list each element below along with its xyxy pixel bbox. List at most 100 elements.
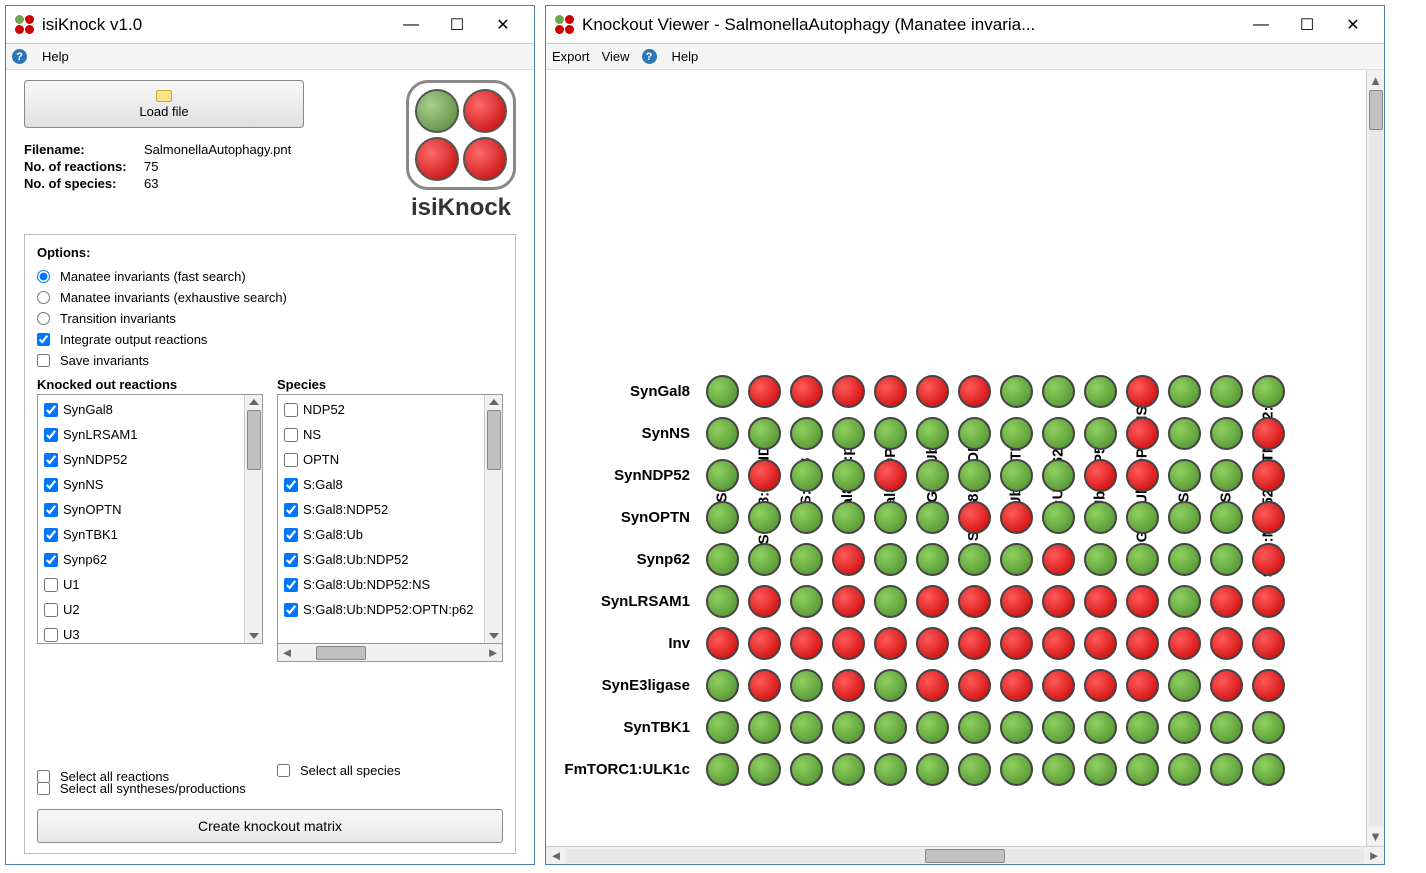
minimize-button[interactable]: — xyxy=(388,10,434,40)
minimize-button[interactable]: — xyxy=(1238,10,1284,40)
list-item[interactable]: S:Gal8:NDP52 xyxy=(280,497,482,522)
checkbox-integrate[interactable]: Integrate output reactions xyxy=(37,332,503,347)
list-item[interactable]: S:Gal8 xyxy=(280,472,482,497)
close-button[interactable]: ✕ xyxy=(1330,10,1376,40)
matrix-cell xyxy=(1205,538,1247,580)
list-item[interactable]: Synp62 xyxy=(40,547,242,572)
green-dot-icon xyxy=(958,711,991,744)
maximize-button[interactable]: ☐ xyxy=(1284,10,1330,40)
scrollbar-horizontal[interactable]: ◄► xyxy=(277,644,503,662)
list-item[interactable]: U2 xyxy=(40,597,242,622)
reactions-count-label: No. of reactions: xyxy=(24,159,144,174)
window-controls: — ☐ ✕ xyxy=(388,10,526,40)
list-checkbox[interactable] xyxy=(284,603,298,617)
list-item[interactable]: SynOPTN xyxy=(40,497,242,522)
matrix-cell xyxy=(1205,454,1247,496)
list-checkbox[interactable] xyxy=(44,603,58,617)
list-item[interactable]: SynGal8 xyxy=(40,397,242,422)
checkbox-save-invariants[interactable]: Save invariants xyxy=(37,353,503,368)
green-dot-icon xyxy=(706,417,739,450)
list-item-label: SynNS xyxy=(63,477,103,492)
menu-view[interactable]: View xyxy=(602,49,630,64)
list-checkbox[interactable] xyxy=(44,578,58,592)
scrollbar-vertical[interactable]: ▲▼ xyxy=(1366,70,1384,846)
menu-help[interactable]: Help xyxy=(672,49,699,64)
matrix-cell xyxy=(743,580,785,622)
menu-export[interactable]: Export xyxy=(552,49,590,64)
species-listbox[interactable]: NDP52NSOPTNS:Gal8S:Gal8:NDP52S:Gal8:UbS:… xyxy=(278,395,484,643)
list-checkbox[interactable] xyxy=(284,553,298,567)
red-dot-icon xyxy=(1252,417,1285,450)
list-item-label: U1 xyxy=(63,577,80,592)
maximize-button[interactable]: ☐ xyxy=(434,10,480,40)
list-checkbox[interactable] xyxy=(284,453,298,467)
list-checkbox[interactable] xyxy=(44,553,58,567)
row-label: SynTBK1 xyxy=(546,719,696,736)
list-checkbox[interactable] xyxy=(44,628,58,642)
list-item[interactable]: U3 xyxy=(40,622,242,643)
matrix-cell xyxy=(869,664,911,706)
list-item[interactable]: SynNS xyxy=(40,472,242,497)
list-item[interactable]: SynLRSAM1 xyxy=(40,422,242,447)
window-controls: — ☐ ✕ xyxy=(1238,10,1376,40)
list-item-label: S:Gal8:Ub:NDP52:OPTN:p62 xyxy=(303,602,474,617)
matrix-cell xyxy=(995,496,1037,538)
checkbox-select-all-species[interactable]: Select all species xyxy=(277,763,503,778)
list-checkbox[interactable] xyxy=(44,528,58,542)
list-checkbox[interactable] xyxy=(284,428,298,442)
scrollbar-horizontal[interactable]: ◄► xyxy=(546,846,1384,864)
list-checkbox[interactable] xyxy=(44,503,58,517)
green-dot-icon xyxy=(832,501,865,534)
scrollbar-vertical[interactable] xyxy=(484,395,502,643)
list-item[interactable]: U1 xyxy=(40,572,242,597)
matrix-cell xyxy=(911,622,953,664)
radio-manatee-exhaustive[interactable]: Manatee invariants (exhaustive search) xyxy=(37,290,503,305)
list-item[interactable]: S:Gal8:Ub:NDP52:OPTN:p62 xyxy=(280,597,482,622)
matrix-cell xyxy=(785,496,827,538)
options-title: Options: xyxy=(37,245,503,260)
green-dot-icon xyxy=(1252,711,1285,744)
create-matrix-button[interactable]: Create knockout matrix xyxy=(37,809,503,843)
matrix-cell xyxy=(785,538,827,580)
radio-manatee-fast[interactable]: Manatee invariants (fast search) xyxy=(37,269,503,284)
scrollbar-vertical[interactable] xyxy=(244,395,262,643)
green-dot-icon xyxy=(1168,417,1201,450)
list-item[interactable]: NS xyxy=(280,422,482,447)
list-checkbox[interactable] xyxy=(284,478,298,492)
viewer-body: ScytS:Gal8:Ub:NDP52S:Gal8S:Gal8:Ub:p62S:… xyxy=(546,70,1384,864)
matrix-cell xyxy=(911,370,953,412)
list-item[interactable]: S:Gal8:Ub:NDP52:NS xyxy=(280,572,482,597)
green-dot-icon xyxy=(706,543,739,576)
checkbox-select-all-syntheses[interactable]: Select all syntheses/productions xyxy=(37,781,503,796)
list-checkbox[interactable] xyxy=(284,528,298,542)
reactions-listbox[interactable]: SynGal8SynLRSAM1SynNDP52 SynNS SynOPTNSynT… xyxy=(38,395,244,643)
red-dot-icon xyxy=(1252,459,1285,492)
column-header: S:Gal8:Ub xyxy=(911,70,953,370)
red-dot-icon xyxy=(832,585,865,618)
list-item[interactable]: SynTBK1 xyxy=(40,522,242,547)
close-button[interactable]: ✕ xyxy=(480,10,526,40)
list-item[interactable]: S:Gal8:Ub:NDP52 xyxy=(280,547,482,572)
list-checkbox[interactable] xyxy=(284,578,298,592)
matrix-cell xyxy=(1205,706,1247,748)
list-item[interactable]: NDP52 xyxy=(280,397,482,422)
load-file-button[interactable]: Load file xyxy=(24,80,304,128)
green-dot-icon xyxy=(958,543,991,576)
menu-help[interactable]: Help xyxy=(42,49,69,64)
list-checkbox[interactable] xyxy=(44,478,58,492)
list-checkbox[interactable] xyxy=(44,403,58,417)
matrix-row: SynNDP52 xyxy=(701,454,1354,496)
list-item[interactable]: SynNDP52 xyxy=(40,447,242,472)
species-count-value: 63 xyxy=(144,176,396,191)
red-dot-icon xyxy=(874,627,907,660)
list-checkbox[interactable] xyxy=(44,428,58,442)
radio-transition[interactable]: Transition invariants xyxy=(37,311,503,326)
list-checkbox[interactable] xyxy=(284,503,298,517)
list-checkbox[interactable] xyxy=(284,403,298,417)
list-item[interactable]: S:Gal8:Ub xyxy=(280,522,482,547)
matrix-cell xyxy=(995,748,1037,790)
red-dot-icon xyxy=(1042,585,1075,618)
matrix-cell xyxy=(827,580,869,622)
list-checkbox[interactable] xyxy=(44,453,58,467)
list-item[interactable]: OPTN xyxy=(280,447,482,472)
